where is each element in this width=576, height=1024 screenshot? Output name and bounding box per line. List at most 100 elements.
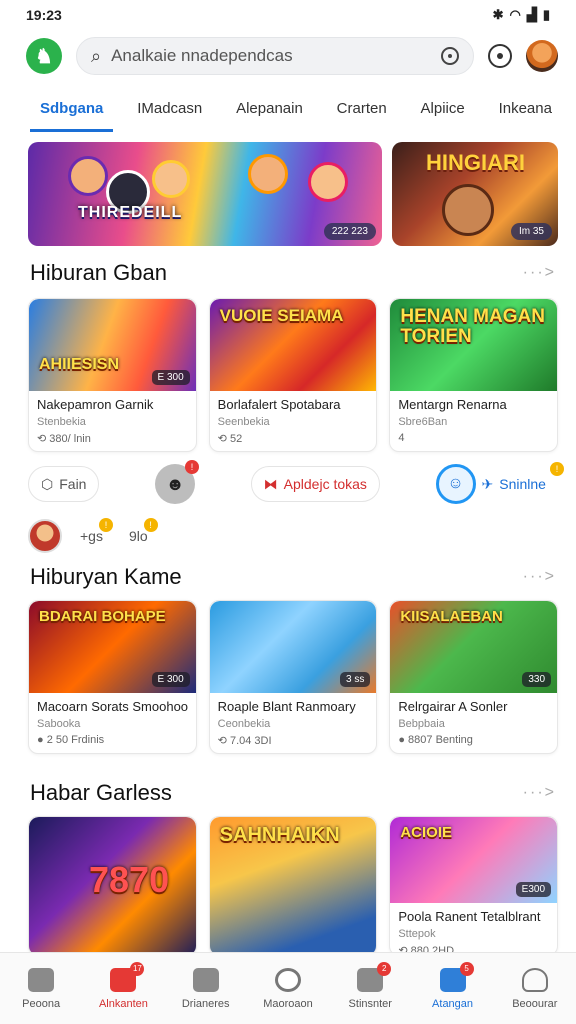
game-card[interactable]: AHIIESISN E 300 Nakepamron Garnik Stenbe… bbox=[28, 298, 197, 452]
game-card[interactable]: VUOIE SEIAMA Borlafalert Spotabara Seenb… bbox=[208, 298, 378, 452]
game-category: Seenbekia bbox=[217, 416, 270, 428]
search-input[interactable]: Analkaie nnadependcas bbox=[111, 46, 431, 66]
section-header: Hiburyan Kame ···> bbox=[30, 564, 556, 590]
game-name: Borlafalert Spotabara bbox=[217, 397, 341, 412]
tab-1[interactable]: IMadcasn bbox=[127, 92, 212, 132]
game-card[interactable]: 7870 bbox=[28, 816, 197, 956]
nav-profile[interactable]: Beoourar bbox=[500, 967, 570, 1010]
card-row: 7870 SAHNHAIKN ACIOIE E300 Poola Ranent … bbox=[28, 816, 559, 956]
game-card[interactable]: SAHNHAIKN bbox=[208, 816, 378, 956]
nav-alnkanten[interactable]: 17 Alnkanten bbox=[88, 961, 158, 1010]
tab-3[interactable]: Crarten bbox=[327, 92, 397, 132]
chip-sninlne[interactable]: ☺ ✈ Sninlne ! bbox=[435, 462, 564, 504]
target-icon[interactable] bbox=[488, 44, 512, 68]
game-name: Roaple Blant Ranmoary bbox=[217, 699, 356, 714]
game-thumbnail: ACIOIE E300 bbox=[390, 817, 558, 903]
bird-icon: ✈ bbox=[481, 475, 494, 492]
game-meta-value: 52 bbox=[229, 433, 243, 445]
banner-secondary[interactable]: HINGIARI Im 35 bbox=[392, 142, 558, 246]
tab-0[interactable]: Sdbgana bbox=[30, 92, 114, 132]
mini-label: +gs bbox=[80, 528, 103, 544]
game-art-title: KIISALAEBAN bbox=[400, 608, 503, 625]
camera-icon[interactable] bbox=[441, 47, 459, 65]
notification-badge: 2 bbox=[377, 961, 392, 976]
game-category: Ceonbekia bbox=[217, 718, 271, 730]
nav-drianeres[interactable]: Drianeres bbox=[171, 967, 241, 1010]
nav-stinsnter[interactable]: 2 Stinsnter bbox=[335, 961, 405, 1010]
game-card[interactable]: HENAN MAGAN TORIEN Mentargn Renarna Sbre… bbox=[389, 298, 559, 452]
game-meta-value: 380/ lnin bbox=[49, 433, 91, 445]
mini-row: +gs ! 9lo ! bbox=[28, 516, 158, 556]
game-thumbnail: SAHNHAIKN bbox=[209, 817, 377, 955]
top-bar: ♞ ⌕ Analkaie nnadependcas bbox=[26, 36, 558, 76]
game-tag: 3 ss bbox=[340, 672, 371, 687]
mini-label: 9lo bbox=[128, 528, 148, 544]
tab-4[interactable]: Alpiice bbox=[411, 92, 475, 132]
avatar[interactable] bbox=[526, 40, 558, 72]
game-thumbnail: 7870 bbox=[29, 817, 196, 955]
nav-maoroaon[interactable]: Maoroaon bbox=[253, 967, 323, 1010]
banner-featured[interactable]: THIREDEILL 222 223 bbox=[28, 142, 382, 246]
game-name: Macoarn Sorats Smoohoo bbox=[37, 699, 188, 714]
game-category: Sttepok bbox=[398, 928, 436, 940]
nav-home[interactable]: Peoona bbox=[6, 967, 76, 1010]
game-meta-value: 2 50 Frdinis bbox=[46, 734, 105, 746]
nav-label: Drianeres bbox=[181, 997, 230, 1010]
chip-apldejc[interactable]: ⧓ Apldejc tokas bbox=[250, 466, 380, 502]
see-more-icon[interactable]: ···> bbox=[523, 264, 556, 282]
wifi-icon: ◠ bbox=[509, 7, 521, 22]
bottom-navigation: Peoona 17 Alnkanten Drianeres Maoroaon 2… bbox=[0, 952, 576, 1024]
section-title: Hiburan Gban bbox=[30, 260, 167, 285]
nav-label: Atangan bbox=[432, 997, 474, 1010]
smiley-icon: ☺ bbox=[435, 464, 476, 504]
game-name: Mentargn Renarna bbox=[398, 397, 507, 412]
search-bar[interactable]: ⌕ Analkaie nnadependcas bbox=[76, 37, 474, 75]
app-logo-icon[interactable]: ♞ bbox=[26, 38, 62, 74]
game-card[interactable]: KIISALAEBAN 330 Relrgairar A Sonler Bebp… bbox=[389, 600, 559, 754]
notification-badge: ! bbox=[143, 518, 158, 532]
game-art-title: VUOIE SEIAMA bbox=[219, 306, 344, 325]
game-meta: ● 2 50 Frdinis bbox=[37, 734, 105, 746]
nav-label: Peoona bbox=[22, 997, 61, 1010]
nav-label: Alnkanten bbox=[98, 997, 148, 1010]
notification-badge: ! bbox=[185, 460, 200, 474]
avatar[interactable] bbox=[28, 519, 62, 553]
chip-avatar[interactable]: ☻ ! bbox=[155, 460, 200, 504]
mini-item[interactable]: 9lo ! bbox=[121, 518, 158, 548]
card-row: BDARAI BOHAPE E 300 Macoarn Sorats Smooh… bbox=[28, 600, 559, 754]
bluetooth-icon: ✱ bbox=[492, 7, 504, 22]
chip-icon: ⬡ bbox=[41, 475, 54, 492]
game-name: Nakepamron Garnik bbox=[37, 397, 154, 412]
battery-icon: ▮ bbox=[542, 7, 550, 22]
nav-label: Beoourar bbox=[512, 997, 558, 1010]
chip-label: Sninlne bbox=[499, 476, 546, 492]
see-more-icon[interactable]: ···> bbox=[523, 784, 556, 802]
chip-fain[interactable]: ⬡ Fain bbox=[28, 466, 100, 502]
game-meta: 4 bbox=[398, 432, 405, 444]
game-card[interactable]: ACIOIE E300 Poola Ranent Tetalblrant Stt… bbox=[389, 816, 559, 956]
character-image bbox=[68, 156, 108, 196]
notification-badge: 17 bbox=[130, 961, 145, 976]
search-icon: ⌕ bbox=[91, 45, 102, 66]
game-meta-value: 8807 Benting bbox=[408, 734, 473, 746]
nav-atangan[interactable]: 5 Atangan bbox=[418, 961, 488, 1010]
game-meta: ⟲ 380/ lnin bbox=[37, 433, 91, 445]
banner-title: THIREDEILL bbox=[78, 204, 183, 221]
mini-item[interactable]: +gs ! bbox=[72, 518, 113, 548]
game-card[interactable]: 3 ss Roaple Blant Ranmoary Ceonbekia ⟲ 7… bbox=[208, 600, 378, 754]
game-tag: E300 bbox=[515, 882, 552, 897]
character-image bbox=[152, 160, 190, 198]
status-bar: 19:23 ✱ ◠ ▟ ▮ bbox=[0, 0, 576, 30]
category-tabs: Sdbgana IMadcasn Alepanain Crarten Alpii… bbox=[30, 92, 562, 132]
game-thumbnail: KIISALAEBAN 330 bbox=[390, 601, 558, 693]
game-tag: E 300 bbox=[151, 370, 190, 385]
game-art-title: HENAN MAGAN TORIEN bbox=[400, 306, 545, 347]
notification-badge: ! bbox=[549, 462, 564, 476]
notification-badge: 5 bbox=[459, 961, 474, 976]
game-card[interactable]: BDARAI BOHAPE E 300 Macoarn Sorats Smooh… bbox=[28, 600, 197, 754]
tab-2[interactable]: Alepanain bbox=[226, 92, 313, 132]
see-more-icon[interactable]: ···> bbox=[523, 568, 556, 586]
heart-icon bbox=[192, 967, 219, 992]
tab-5[interactable]: Inkeana bbox=[489, 92, 562, 132]
game-meta: ⟲ 52 bbox=[217, 433, 243, 445]
